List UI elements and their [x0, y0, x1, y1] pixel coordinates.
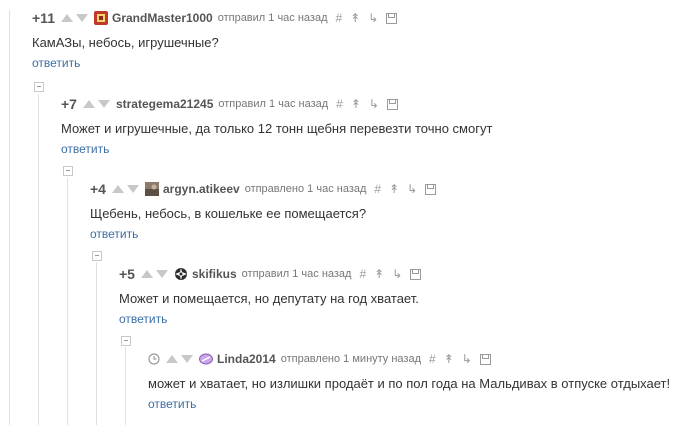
- hash-icon[interactable]: #: [374, 182, 381, 196]
- clock-icon: [148, 353, 160, 365]
- comment-time: отправлено 1 час назад: [244, 183, 367, 195]
- vote-down-icon[interactable]: [181, 355, 193, 363]
- thread-line-2: [38, 94, 39, 425]
- comment-header: +7 strategema21245 отправил 1 час назад …: [61, 94, 406, 114]
- collapse-button[interactable]: [34, 82, 44, 92]
- pin-icon[interactable]: ↟: [351, 97, 361, 111]
- vote-up-icon[interactable]: [111, 185, 124, 193]
- comment-text: Щебень, небось, в кошельке ее помещается…: [90, 206, 367, 221]
- comment-rating: +7: [61, 96, 77, 112]
- avatar[interactable]: [144, 182, 159, 196]
- hash-icon[interactable]: #: [429, 352, 436, 366]
- thread-line-5: [125, 347, 126, 425]
- hash-icon[interactable]: #: [336, 97, 343, 111]
- branch-icon[interactable]: ↳: [369, 97, 379, 111]
- pin-icon[interactable]: ↟: [350, 11, 360, 25]
- comment-time: отправлено 1 минуту назад: [280, 353, 422, 365]
- reply-link[interactable]: ответить: [148, 397, 196, 411]
- comment-time: отправил 1 час назад: [218, 98, 329, 110]
- save-icon[interactable]: [479, 353, 491, 365]
- comment-text: Может и помещается, но депутату на год х…: [119, 291, 419, 306]
- vote-down-icon[interactable]: [126, 185, 139, 193]
- author-name[interactable]: Linda2014: [217, 352, 276, 366]
- hash-icon[interactable]: #: [336, 11, 343, 25]
- avatar[interactable]: [174, 267, 188, 281]
- save-icon[interactable]: [386, 98, 398, 110]
- reply-link[interactable]: ответить: [90, 227, 138, 241]
- vote-up-icon[interactable]: [166, 355, 178, 363]
- pin-icon[interactable]: ↟: [374, 267, 384, 281]
- comment-text: Может и игрушечные, да только 12 тонн ще…: [61, 121, 493, 136]
- vote-down-icon[interactable]: [75, 14, 88, 22]
- reply-link[interactable]: ответить: [61, 142, 109, 156]
- comment-header: +5 skifikus отправил 1 час назад # ↟ ↳: [119, 264, 429, 284]
- avatar[interactable]: [199, 352, 213, 366]
- comment-rating: +5: [119, 266, 135, 282]
- pin-icon[interactable]: ↟: [444, 352, 454, 366]
- comment-time: отправил 1 час назад: [217, 12, 328, 24]
- collapse-button[interactable]: [92, 251, 102, 261]
- reply-link[interactable]: ответить: [119, 312, 167, 326]
- comment-header: Linda2014 отправлено 1 минуту назад # ↟ …: [148, 349, 499, 369]
- branch-icon[interactable]: ↳: [462, 352, 472, 366]
- branch-icon[interactable]: ↳: [368, 11, 378, 25]
- comment-time: отправил 1 час назад: [241, 268, 352, 280]
- reply-link[interactable]: ответить: [32, 56, 80, 70]
- avatar[interactable]: [93, 11, 108, 25]
- thread-line-4: [96, 262, 97, 425]
- comment-text: КамАЗы, небось, игрушечные?: [32, 35, 219, 50]
- collapse-button[interactable]: [121, 336, 131, 346]
- hash-icon[interactable]: #: [359, 267, 366, 281]
- author-name[interactable]: argyn.atikeev: [163, 182, 240, 196]
- vote-down-icon[interactable]: [97, 100, 110, 108]
- branch-icon[interactable]: ↳: [407, 182, 417, 196]
- save-icon[interactable]: [410, 268, 422, 280]
- thread-line-1: [9, 10, 10, 425]
- author-name[interactable]: strategema21245: [116, 97, 213, 111]
- comment-rating: +11: [32, 10, 55, 26]
- vote-up-icon[interactable]: [60, 14, 73, 22]
- save-icon[interactable]: [425, 183, 437, 195]
- branch-icon[interactable]: ↳: [392, 267, 402, 281]
- collapse-button[interactable]: [63, 166, 73, 176]
- thread-line-3: [67, 178, 68, 425]
- comment-header: +4 argyn.atikeev отправлено 1 час назад …: [90, 179, 444, 199]
- comment-text: может и хватает, но излишки продаёт и по…: [148, 376, 671, 391]
- comment-header: +11 GrandMaster1000 отправил 1 час назад…: [32, 8, 405, 28]
- comment-rating: +4: [90, 181, 106, 197]
- vote-up-icon[interactable]: [140, 270, 153, 278]
- pin-icon[interactable]: ↟: [389, 182, 399, 196]
- author-name[interactable]: skifikus: [192, 267, 237, 281]
- vote-up-icon[interactable]: [82, 100, 95, 108]
- vote-down-icon[interactable]: [155, 270, 168, 278]
- author-name[interactable]: GrandMaster1000: [112, 11, 213, 25]
- save-icon[interactable]: [386, 12, 398, 24]
